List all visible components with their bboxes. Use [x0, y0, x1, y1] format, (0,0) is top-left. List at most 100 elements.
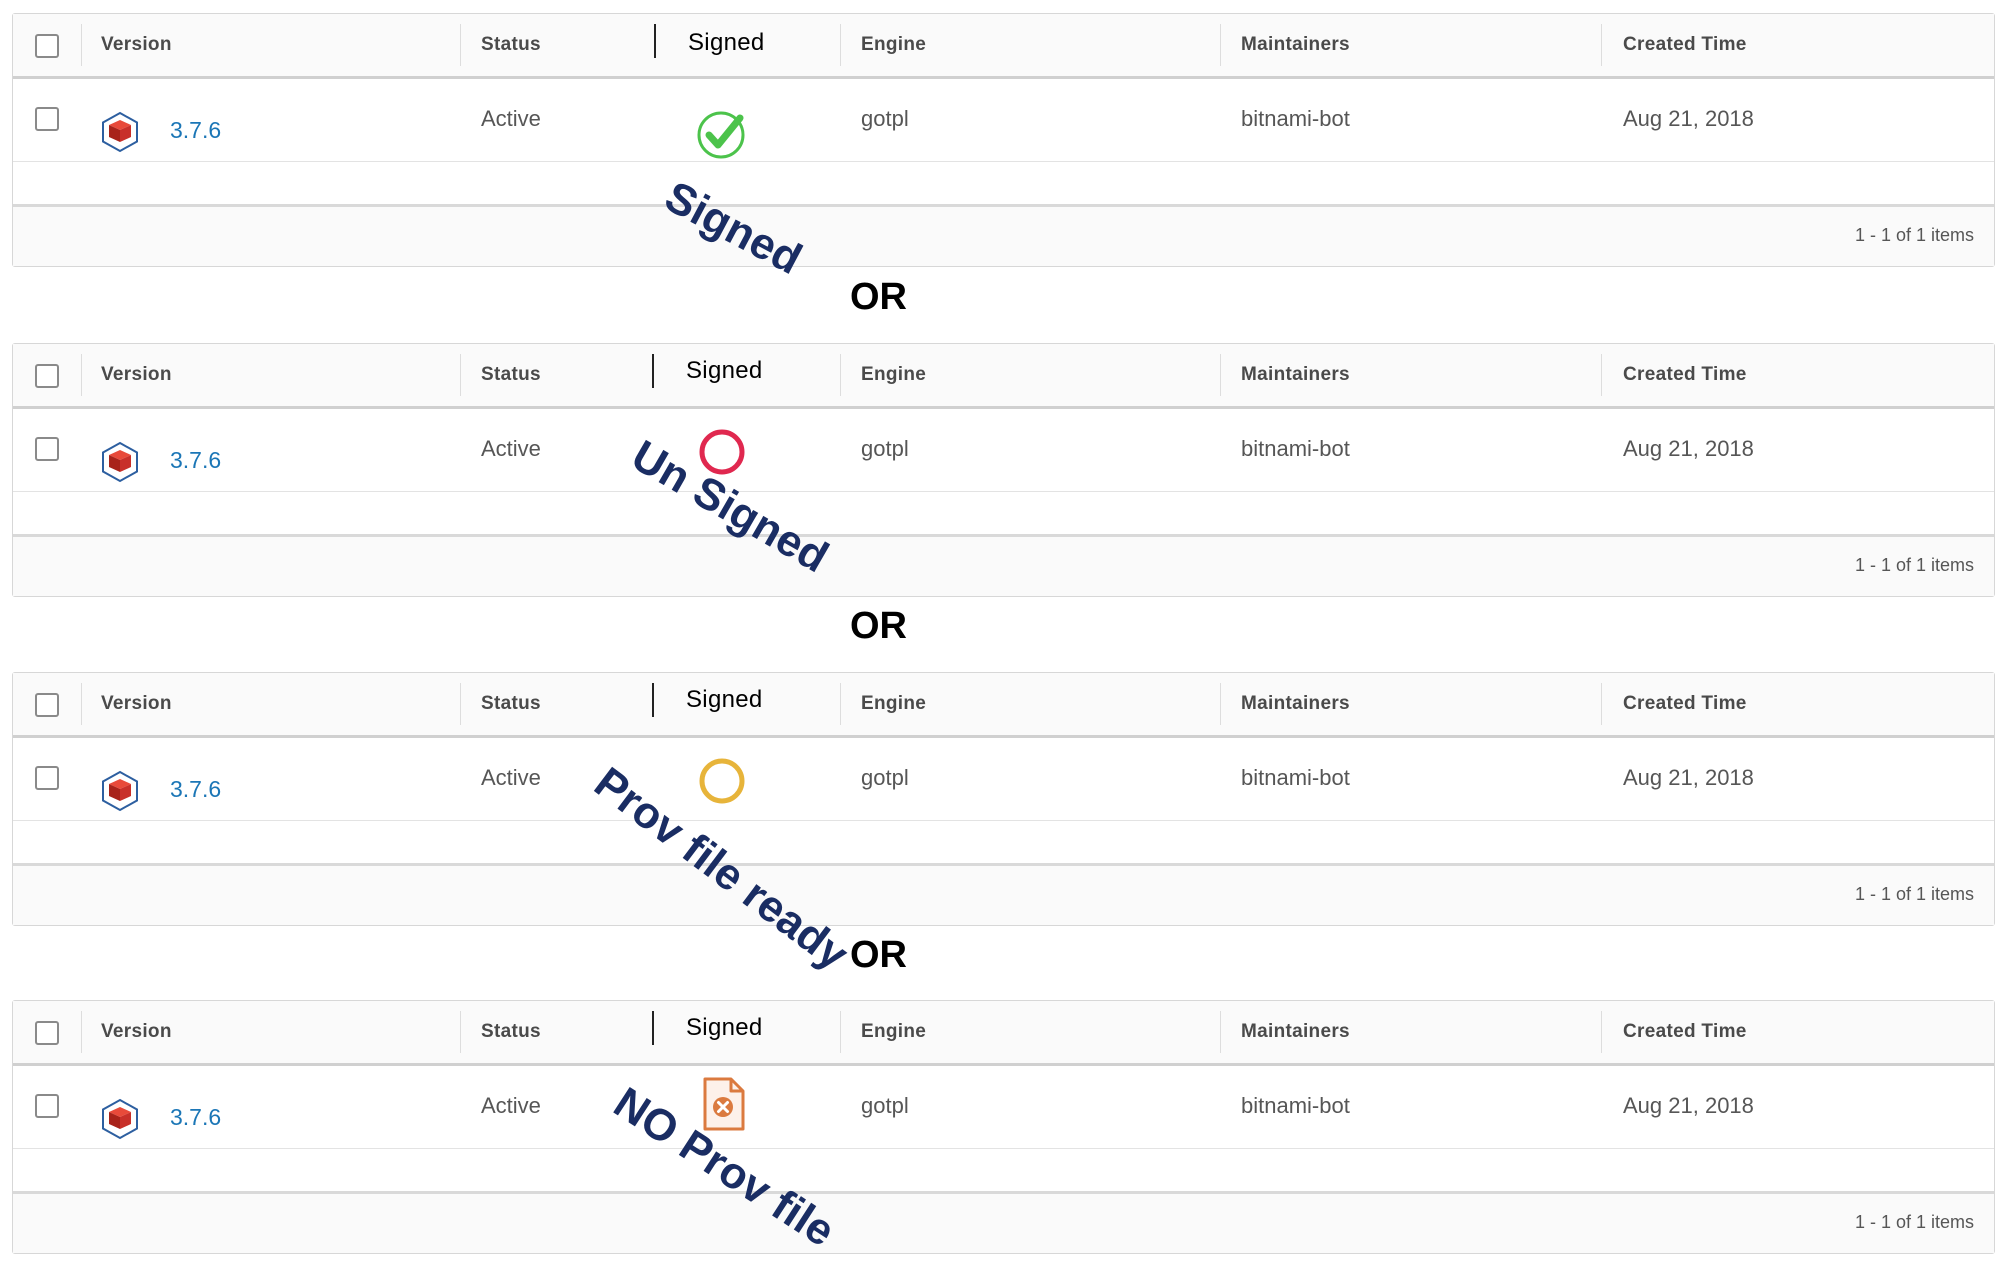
table-row: 3.7.6 Active gotpl bitnami-bot Aug 21, 2…: [13, 738, 1994, 821]
column-separator: [81, 683, 82, 725]
maintainer-value: bitnami-bot: [1241, 436, 1350, 461]
status-value: Active: [481, 765, 541, 790]
maintainer-value: bitnami-bot: [1241, 1093, 1350, 1118]
maintainer-value: bitnami-bot: [1241, 106, 1350, 131]
table-row: 3.7.6 Active gotpl bitnami-bot Aug 21, 2…: [13, 409, 1994, 492]
column-header-maintainers[interactable]: Maintainers: [1241, 693, 1350, 715]
column-header-signed[interactable]: Signed: [686, 357, 763, 385]
status-value: Active: [481, 1093, 541, 1118]
column-header-signed[interactable]: Signed: [686, 1014, 763, 1042]
chart-versions-grid: Version Status Signed Engine Maintainers…: [12, 1000, 1995, 1254]
engine-value: gotpl: [861, 106, 909, 131]
pagination-summary: 1 - 1 of 1 items: [1854, 1212, 1974, 1232]
created-time-value: Aug 21, 2018: [1623, 106, 1754, 131]
row-checkbox[interactable]: [35, 437, 59, 461]
created-time-value: Aug 21, 2018: [1623, 436, 1754, 461]
pagination-summary: 1 - 1 of 1 items: [1854, 555, 1974, 575]
version-link[interactable]: 3.7.6: [170, 447, 221, 474]
column-header-signed[interactable]: Signed: [688, 29, 765, 57]
column-header-signed[interactable]: Signed: [686, 686, 763, 714]
column-header-created-time[interactable]: Created Time: [1623, 693, 1747, 715]
column-separator: [1220, 24, 1221, 66]
column-header-created-time[interactable]: Created Time: [1623, 1021, 1747, 1043]
column-separator: [81, 354, 82, 396]
column-separator: [1220, 354, 1221, 396]
column-header-status[interactable]: Status: [481, 1021, 541, 1043]
column-header-version[interactable]: Version: [101, 364, 172, 386]
version-link[interactable]: 3.7.6: [170, 776, 221, 803]
chart-versions-grid: Version Status Signed Engine Maintainers…: [12, 13, 1995, 267]
column-header-version[interactable]: Version: [101, 1021, 172, 1043]
column-header-created-time[interactable]: Created Time: [1623, 34, 1747, 56]
grid-header: Version Status Signed Engine Maintainers…: [13, 1001, 1994, 1066]
version-link[interactable]: 3.7.6: [170, 117, 221, 144]
column-separator: [460, 354, 461, 396]
column-separator: [460, 683, 461, 725]
column-separator: [1601, 354, 1602, 396]
grid-footer: 1 - 1 of 1 items: [13, 1191, 1994, 1253]
or-separator: OR: [850, 934, 907, 976]
grid-header: Version Status Signed Engine Maintainers…: [13, 344, 1994, 409]
column-separator: [840, 24, 841, 66]
grid-header: Version Status Signed Engine Maintainers…: [13, 673, 1994, 738]
column-separator: [652, 354, 654, 388]
column-separator: [1601, 683, 1602, 725]
select-all-checkbox[interactable]: [35, 693, 59, 717]
column-separator: [652, 683, 654, 717]
status-value: Active: [481, 436, 541, 461]
column-separator: [840, 683, 841, 725]
column-separator: [460, 1011, 461, 1053]
created-time-value: Aug 21, 2018: [1623, 1093, 1754, 1118]
engine-value: gotpl: [861, 436, 909, 461]
column-separator: [840, 1011, 841, 1053]
column-separator: [1601, 24, 1602, 66]
column-separator: [1601, 1011, 1602, 1053]
or-separator: OR: [850, 605, 907, 647]
grid-footer: 1 - 1 of 1 items: [13, 204, 1994, 266]
column-header-created-time[interactable]: Created Time: [1623, 364, 1747, 386]
column-separator: [652, 1011, 654, 1045]
chart-icon: [102, 441, 138, 483]
grid-header: Version Status Signed Engine Maintainers…: [13, 14, 1994, 79]
column-separator: [81, 24, 82, 66]
no-prov-file-icon[interactable]: [701, 1076, 747, 1132]
prov-ready-yellow-circle-icon[interactable]: [698, 757, 746, 805]
chart-icon: [102, 1098, 138, 1140]
column-header-version[interactable]: Version: [101, 693, 172, 715]
column-header-engine[interactable]: Engine: [861, 693, 926, 715]
column-header-maintainers[interactable]: Maintainers: [1241, 1021, 1350, 1043]
row-checkbox[interactable]: [35, 107, 59, 131]
row-checkbox[interactable]: [35, 1094, 59, 1118]
created-time-value: Aug 21, 2018: [1623, 765, 1754, 790]
column-header-version[interactable]: Version: [101, 34, 172, 56]
pagination-summary: 1 - 1 of 1 items: [1854, 884, 1974, 904]
column-header-status[interactable]: Status: [481, 364, 541, 386]
maintainer-value: bitnami-bot: [1241, 765, 1350, 790]
column-header-status[interactable]: Status: [481, 693, 541, 715]
column-separator: [654, 24, 656, 58]
pagination-summary: 1 - 1 of 1 items: [1854, 225, 1974, 245]
version-link[interactable]: 3.7.6: [170, 1104, 221, 1131]
column-header-engine[interactable]: Engine: [861, 364, 926, 386]
column-separator: [840, 354, 841, 396]
signed-check-icon[interactable]: [696, 110, 746, 160]
grid-footer: 1 - 1 of 1 items: [13, 863, 1994, 925]
column-header-status[interactable]: Status: [481, 34, 541, 56]
column-separator: [1220, 683, 1221, 725]
column-separator: [81, 1011, 82, 1053]
column-header-engine[interactable]: Engine: [861, 1021, 926, 1043]
select-all-checkbox[interactable]: [35, 34, 59, 58]
chart-versions-grid: Version Status Signed Engine Maintainers…: [12, 343, 1995, 597]
column-header-maintainers[interactable]: Maintainers: [1241, 34, 1350, 56]
or-separator: OR: [850, 276, 907, 318]
row-checkbox[interactable]: [35, 766, 59, 790]
table-row: 3.7.6 Active gotpl bitnami-bot Aug 21, 2…: [13, 1066, 1994, 1149]
select-all-checkbox[interactable]: [35, 1021, 59, 1045]
chart-icon: [102, 111, 138, 153]
select-all-checkbox[interactable]: [35, 364, 59, 388]
column-header-engine[interactable]: Engine: [861, 34, 926, 56]
chart-icon: [102, 770, 138, 812]
chart-versions-grid: Version Status Signed Engine Maintainers…: [12, 672, 1995, 926]
column-header-maintainers[interactable]: Maintainers: [1241, 364, 1350, 386]
table-row: 3.7.6 Active gotpl bitnami-bot Aug 21, 2…: [13, 79, 1994, 162]
